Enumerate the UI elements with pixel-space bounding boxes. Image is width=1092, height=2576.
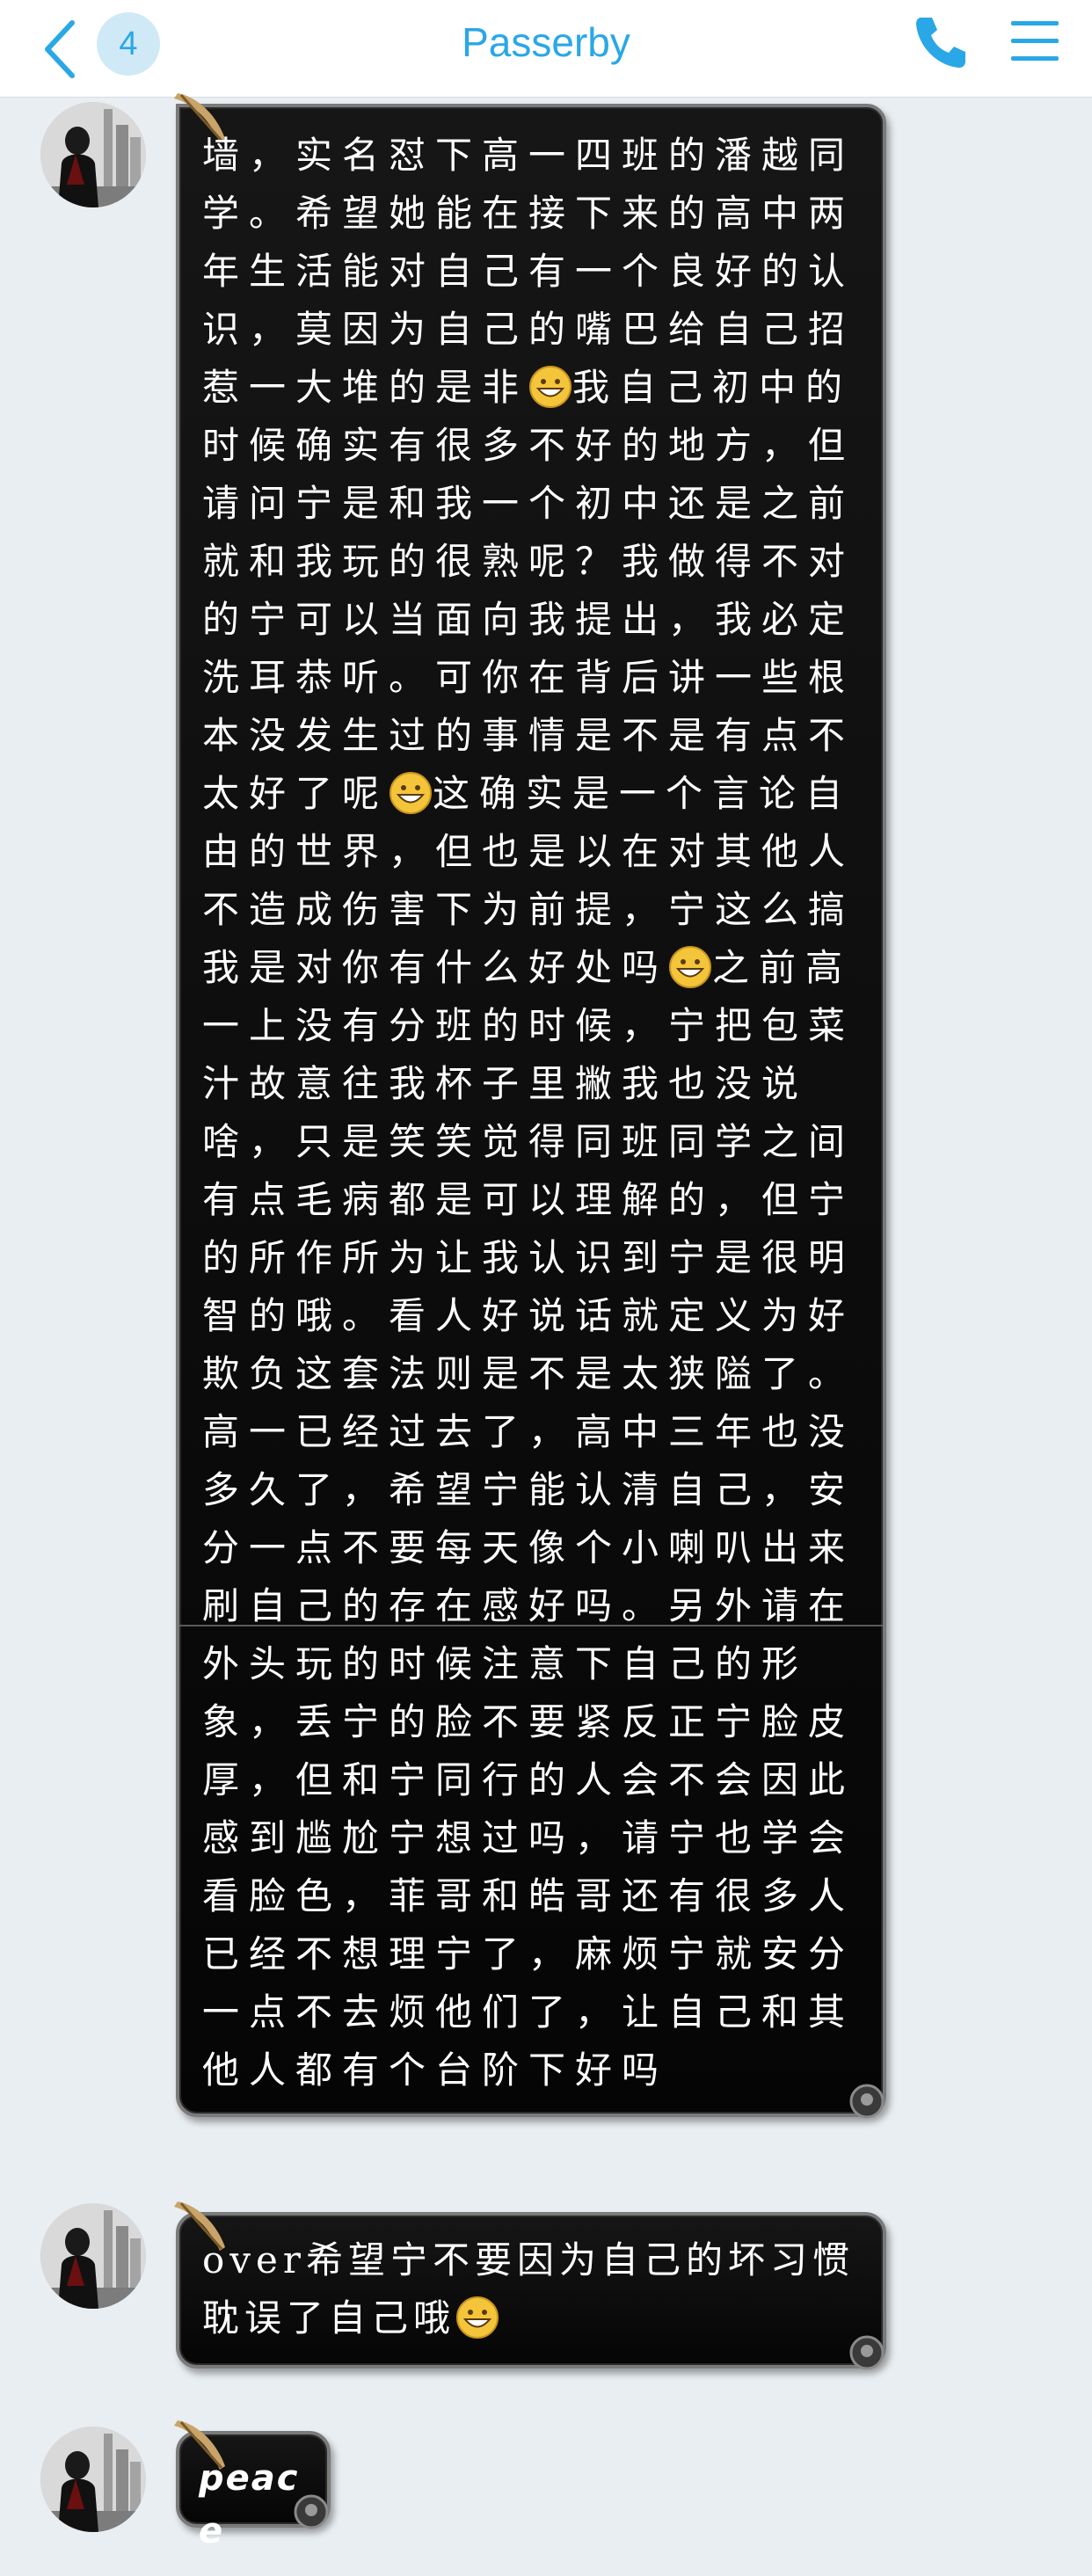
contact-avatar[interactable] — [40, 2203, 146, 2309]
screenshot-seam-divider — [179, 1625, 883, 1626]
grinning-face-emoji-icon — [389, 772, 433, 814]
grinning-face-emoji-icon — [456, 2296, 499, 2339]
message-text: over希望宁不要因为自己的坏习惯耽误了自己哦 — [202, 2238, 855, 2340]
bubble-corner-ornament-icon — [849, 2335, 885, 2370]
back-chevron-icon[interactable] — [39, 18, 91, 81]
bubble-corner-ornament-icon — [294, 2494, 329, 2529]
contact-avatar[interactable] — [40, 2427, 146, 2532]
message-text: 墙，实名怼下高一四班的潘越同学。希望她能在接下来的高中两年生活能对自己有一个良好… — [202, 134, 855, 2092]
menu-icon[interactable] — [1008, 16, 1062, 67]
message-bubble[interactable]: 墙，实名怼下高一四班的潘越同学。希望她能在接下来的高中两年生活能对自己有一个良好… — [174, 93, 886, 2119]
message-bubble[interactable]: peace — [174, 2420, 331, 2551]
message-bubble[interactable]: over希望宁不要因为自己的坏习惯耽误了自己哦 — [174, 2201, 886, 2370]
contact-avatar[interactable] — [40, 102, 146, 207]
chat-header: 4 Passerby — [0, 0, 1092, 98]
bubble-corner-ornament-icon — [849, 2084, 885, 2119]
unread-count-badge[interactable]: 4 — [97, 12, 160, 76]
phone-icon[interactable] — [909, 11, 972, 74]
grinning-face-emoji-icon — [669, 946, 712, 988]
grinning-face-emoji-icon — [529, 366, 572, 408]
